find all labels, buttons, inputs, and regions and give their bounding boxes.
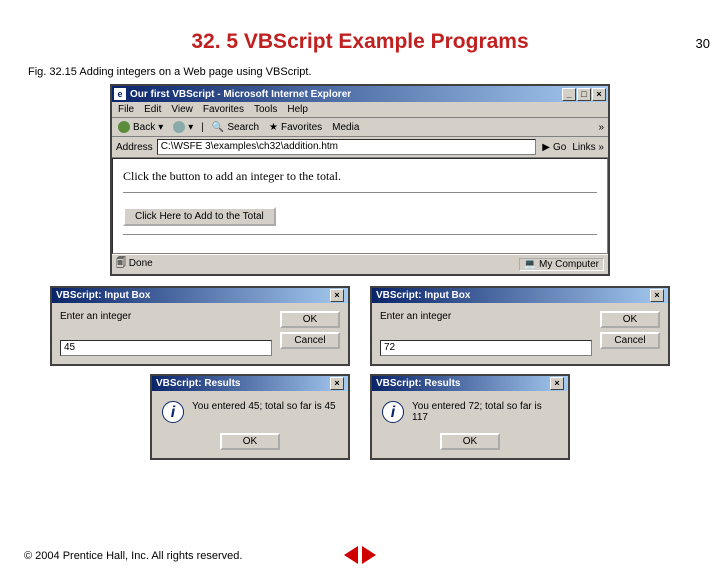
toolbar-overflow[interactable]: » (598, 122, 604, 133)
dialog-titlebar: VBScript: Results × (372, 376, 568, 391)
hr-separator (123, 234, 597, 235)
status-done: 🗐 Done (116, 256, 153, 273)
figure-caption: Fig. 32.15 Adding integers on a Web page… (28, 66, 720, 78)
close-button[interactable]: × (330, 377, 344, 390)
dialog-title-text: VBScript: Input Box (56, 290, 150, 301)
page-body-text: Click the button to add an integer to th… (123, 169, 597, 184)
add-to-total-button[interactable]: Click Here to Add to the Total (123, 207, 276, 226)
ie-statusbar: 🗐 Done 💻 My Computer (112, 254, 608, 274)
result-text: You entered 45; total so far is 45 (192, 401, 336, 412)
links-button[interactable]: Links » (572, 142, 604, 153)
hr-separator (123, 192, 597, 193)
back-button[interactable]: Back ▾ (116, 120, 165, 134)
go-label: Go (553, 142, 566, 153)
close-button[interactable]: × (650, 289, 664, 302)
dialog-title-text: VBScript: Results (376, 378, 460, 389)
info-icon: i (162, 401, 184, 423)
slide-nav (344, 546, 376, 564)
prev-slide-icon[interactable] (344, 546, 358, 564)
input-field[interactable]: 72 (380, 340, 592, 356)
ie-titlebar: e Our first VBScript - Microsoft Interne… (112, 86, 608, 102)
ie-page-content: Click the button to add an integer to th… (112, 158, 608, 254)
back-label: Back (133, 122, 155, 133)
favorites-button[interactable]: ★Favorites (267, 121, 324, 134)
go-button[interactable]: ▶Go (540, 141, 568, 154)
search-button[interactable]: 🔍Search (210, 121, 261, 134)
toolbar-separator: | (201, 122, 204, 133)
dialog-titlebar: VBScript: Results × (152, 376, 348, 391)
page-number: 30 (696, 36, 710, 51)
ok-button[interactable]: OK (440, 433, 500, 450)
address-bar: Address C:\WSFE 3\examples\ch32\addition… (112, 137, 608, 158)
menu-help[interactable]: Help (287, 104, 308, 115)
next-slide-icon[interactable] (362, 546, 376, 564)
ok-button[interactable]: OK (220, 433, 280, 450)
input-prompt: Enter an integer (60, 311, 272, 322)
menu-tools[interactable]: Tools (254, 104, 277, 115)
favorites-label: Favorites (281, 122, 322, 133)
close-button[interactable]: × (330, 289, 344, 302)
status-zone: 💻 My Computer (519, 258, 604, 271)
ie-menubar: File Edit View Favorites Tools Help (112, 102, 608, 118)
result-dialog-row: VBScript: Results × i You entered 45; to… (0, 374, 720, 460)
minimize-button[interactable]: _ (562, 88, 576, 101)
info-icon: i (382, 401, 404, 423)
ie-title-text: Our first VBScript - Microsoft Internet … (130, 89, 351, 100)
ok-button[interactable]: OK (600, 311, 660, 328)
menu-file[interactable]: File (118, 104, 134, 115)
input-field[interactable]: 45 (60, 340, 272, 356)
forward-button[interactable]: ▾ (171, 120, 195, 134)
media-button[interactable]: Media (330, 121, 361, 134)
menu-favorites[interactable]: Favorites (203, 104, 244, 115)
status-done-label: Done (129, 258, 153, 269)
menu-edit[interactable]: Edit (144, 104, 161, 115)
result-dialog-right: VBScript: Results × i You entered 72; to… (370, 374, 570, 460)
ie-browser-window: e Our first VBScript - Microsoft Interne… (110, 84, 610, 276)
dialog-titlebar: VBScript: Input Box × (52, 288, 348, 303)
section-heading: 32. 5 VBScript Example Programs (0, 30, 720, 54)
result-dialog-left: VBScript: Results × i You entered 45; to… (150, 374, 350, 460)
media-label: Media (332, 122, 359, 133)
close-button[interactable]: × (550, 377, 564, 390)
search-label: Search (227, 122, 259, 133)
back-icon (118, 121, 130, 133)
close-button[interactable]: × (592, 88, 606, 101)
ie-toolbar: Back ▾ ▾ | 🔍Search ★Favorites Media » (112, 118, 608, 137)
dialog-title-text: VBScript: Results (156, 378, 240, 389)
input-dialog-left: VBScript: Input Box × Enter an integer 4… (50, 286, 350, 366)
cancel-button[interactable]: Cancel (280, 332, 340, 349)
forward-icon (173, 121, 185, 133)
dialog-title-text: VBScript: Input Box (376, 290, 470, 301)
input-prompt: Enter an integer (380, 311, 592, 322)
address-label: Address (116, 142, 153, 153)
ok-button[interactable]: OK (280, 311, 340, 328)
cancel-button[interactable]: Cancel (600, 332, 660, 349)
result-text: You entered 72; total so far is 117 (412, 401, 558, 423)
input-dialog-right: VBScript: Input Box × Enter an integer 7… (370, 286, 670, 366)
maximize-button[interactable]: □ (577, 88, 591, 101)
menu-view[interactable]: View (171, 104, 193, 115)
input-dialog-row: VBScript: Input Box × Enter an integer 4… (0, 286, 720, 366)
address-input[interactable]: C:\WSFE 3\examples\ch32\addition.htm (157, 139, 537, 155)
ie-icon: e (114, 88, 126, 100)
status-zone-label: My Computer (539, 259, 599, 270)
copyright-footer: © 2004 Prentice Hall, Inc. All rights re… (24, 550, 242, 562)
dialog-titlebar: VBScript: Input Box × (372, 288, 668, 303)
